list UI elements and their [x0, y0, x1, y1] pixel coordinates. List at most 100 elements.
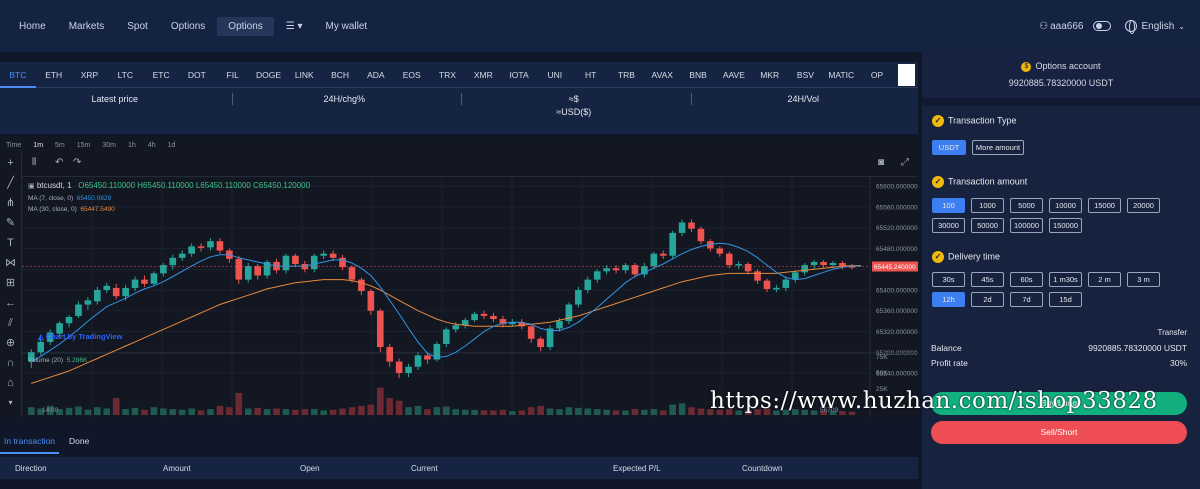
nav-my-wallet[interactable]: My wallet [315, 17, 379, 36]
delivery-button-45s[interactable]: 45s [971, 272, 1004, 287]
lock-icon[interactable]: ⌂ [0, 373, 21, 393]
delivery-button-15d[interactable]: 15d [1049, 292, 1082, 307]
collapse-legend-icon[interactable]: ▣ [28, 183, 35, 190]
coin-tab-matic[interactable]: MATIC [823, 62, 859, 88]
transfer-link[interactable]: Transfer [1158, 328, 1188, 337]
tab-done[interactable]: Done [65, 432, 93, 454]
coin-tab-xmr[interactable]: XMR [465, 62, 501, 88]
coin-tab-eos[interactable]: EOS [394, 62, 430, 88]
delivery-button-12h[interactable]: 12h [932, 292, 965, 307]
language-select[interactable]: English [1141, 21, 1174, 32]
amount-button-1000[interactable]: 1000 [971, 198, 1004, 213]
coin-tab-iota[interactable]: IOTA [501, 62, 537, 88]
volume-bar [188, 408, 195, 415]
brush-icon[interactable]: ✎ [0, 213, 21, 233]
coin-tab-etc[interactable]: ETC [143, 62, 179, 88]
delivery-button-60s[interactable]: 60s [1010, 272, 1043, 287]
coin-tab-aave[interactable]: AAVE [716, 62, 752, 88]
crosshair-icon[interactable]: + [0, 153, 21, 173]
coin-tab-uni[interactable]: UNI [537, 62, 573, 88]
coin-tab-ht[interactable]: HT [573, 62, 609, 88]
back-arrow-icon[interactable]: ← [0, 293, 21, 313]
trend-line-icon[interactable]: ╱ [0, 173, 21, 193]
pitchfork-icon[interactable]: ⋔ [0, 193, 21, 213]
coin-bar-scroll-button[interactable] [898, 64, 915, 86]
coin-tab-avax[interactable]: AVAX [644, 62, 680, 88]
coin-tab-bsv[interactable]: BSV [788, 62, 824, 88]
delivery-button-1m30s[interactable]: 1 m30s [1049, 272, 1082, 287]
volume-bar [94, 407, 101, 415]
coin-tab-xrp[interactable]: XRP [72, 62, 108, 88]
coin-tab-mkr[interactable]: MKR [752, 62, 788, 88]
measure-icon[interactable]: ⊞ [0, 273, 21, 293]
candle-body [348, 267, 356, 280]
amount-button-150000[interactable]: 150000 [1049, 218, 1082, 233]
tradingview-brand[interactable]: Chart by TradingView [38, 332, 123, 341]
timeframe-15m[interactable]: 15m [71, 142, 97, 149]
amount-button-20000[interactable]: 20000 [1127, 198, 1160, 213]
pattern-icon[interactable]: ⋈ [0, 253, 21, 273]
coin-tab-bnb[interactable]: BNB [680, 62, 716, 88]
delivery-button-2m[interactable]: 2 m [1088, 272, 1121, 287]
delivery-button-30s[interactable]: 30s [932, 272, 965, 287]
nav-options[interactable]: Options [160, 17, 216, 36]
undo-icon[interactable]: ↶ [55, 157, 63, 168]
collapse-toolbar-icon[interactable]: ▾ [0, 393, 21, 413]
nav-options-active[interactable]: Options [217, 16, 274, 36]
nav-right: ⚇ aaa666 English ⌄ [1039, 0, 1200, 52]
coin-tab-trx[interactable]: TRX [430, 62, 466, 88]
coin-tab-btc[interactable]: BTC [0, 62, 36, 88]
coin-tab-dot[interactable]: DOT [179, 62, 215, 88]
coin-tab-ada[interactable]: ADA [358, 62, 394, 88]
timeframe-1d[interactable]: 1d [162, 142, 182, 149]
coin-tab-op[interactable]: OP [859, 62, 895, 88]
theme-toggle[interactable] [1093, 21, 1112, 31]
ticker-approx: ≈$ ≈USD($) [459, 88, 689, 134]
type-usdt-button[interactable]: USDT [932, 140, 966, 155]
candle-chart-svg[interactable]: 65600.000000 65560.000000 65520.000000 6548… [22, 177, 918, 417]
volume-bar [169, 409, 177, 415]
amount-button-30000[interactable]: 30000 [932, 218, 965, 233]
timeframe-30m[interactable]: 30m [96, 142, 122, 149]
ruler-icon[interactable]: ⫽ [0, 313, 21, 333]
balance-label: Balance [931, 343, 962, 353]
amount-button-50000[interactable]: 50000 [971, 218, 1004, 233]
coin-tab-doge[interactable]: DOGE [251, 62, 287, 88]
timeframe-5m[interactable]: 5m [49, 142, 71, 149]
timeframe-1h[interactable]: 1h [122, 142, 142, 149]
amount-button-15000[interactable]: 15000 [1088, 198, 1121, 213]
candle-body [688, 222, 695, 229]
username[interactable]: aaa666 [1050, 21, 1083, 32]
redo-icon[interactable]: ↷ [73, 157, 81, 168]
tab-in-transaction[interactable]: In transaction [0, 432, 60, 454]
timeframe-1m[interactable]: 1m [27, 142, 49, 149]
type-more-amount-button[interactable]: More amount [972, 140, 1024, 155]
camera-icon[interactable]: ◙ [878, 157, 884, 168]
coin-tab-link[interactable]: LINK [286, 62, 322, 88]
volume-legend: Volume (20) 5.286K [28, 357, 87, 364]
coin-tab-bch[interactable]: BCH [322, 62, 358, 88]
nav-spot[interactable]: Spot [116, 17, 159, 36]
nav-more-menu-icon[interactable]: ☰ ▾ [275, 17, 314, 36]
timeframe-4h[interactable]: 4h [142, 142, 162, 149]
magnet-icon[interactable]: ∩ [0, 353, 21, 373]
coin-tab-fil[interactable]: FIL [215, 62, 251, 88]
delivery-button-2d[interactable]: 2d [971, 292, 1004, 307]
candle-type-icon[interactable]: ⫴ [32, 157, 36, 168]
delivery-button-7d[interactable]: 7d [1010, 292, 1043, 307]
amount-button-10000[interactable]: 10000 [1049, 198, 1082, 213]
coin-tab-eth[interactable]: ETH [36, 62, 72, 88]
text-icon[interactable]: T [0, 233, 21, 253]
fullscreen-icon[interactable]: ⤢ [901, 157, 909, 168]
amount-button-100[interactable]: 100 [932, 198, 965, 213]
amount-button-5000[interactable]: 5000 [1010, 198, 1043, 213]
delivery-button-3m[interactable]: 3 m [1127, 272, 1160, 287]
nav-home[interactable]: Home [8, 17, 57, 36]
coin-tab-ltc[interactable]: LTC [107, 62, 143, 88]
col-countdown: Countdown [742, 464, 783, 473]
amount-button-100000[interactable]: 100000 [1010, 218, 1043, 233]
coin-tab-trb[interactable]: TRB [609, 62, 645, 88]
nav-markets[interactable]: Markets [58, 17, 116, 36]
zoom-icon[interactable]: ⊕ [0, 333, 21, 353]
candle-body [244, 266, 252, 280]
